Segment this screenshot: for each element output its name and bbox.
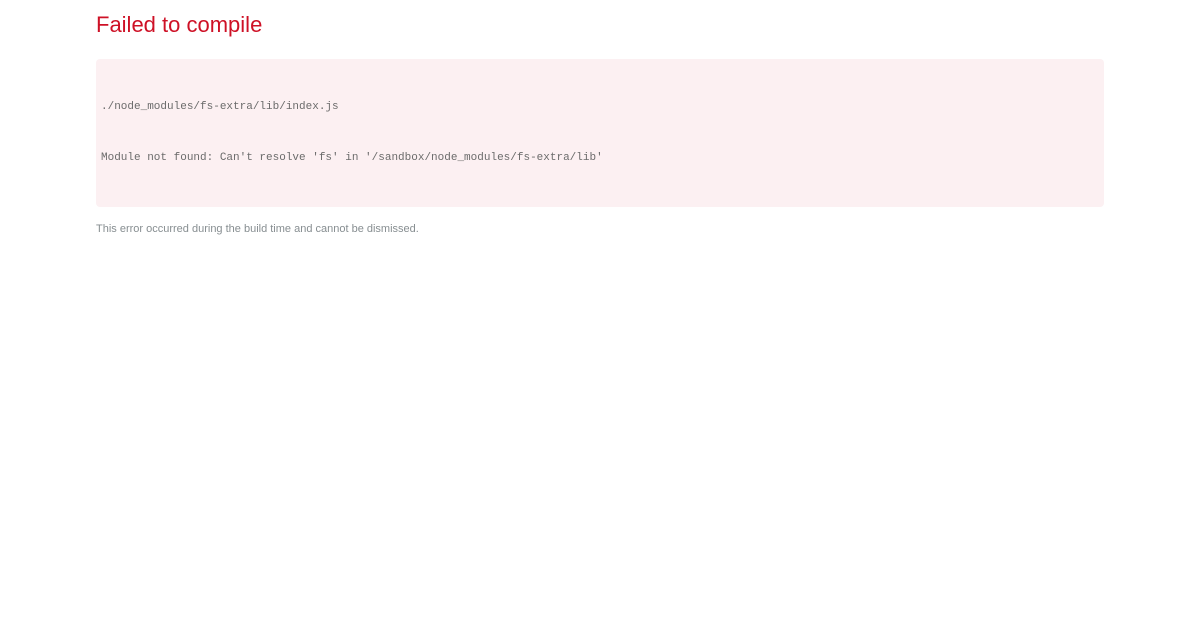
error-overlay: Failed to compile ./node_modules/fs-extr…: [0, 0, 1200, 630]
error-code-block: ./node_modules/fs-extra/lib/index.js Mod…: [96, 59, 1104, 207]
error-title: Failed to compile: [96, 12, 263, 37]
error-file-path: ./node_modules/fs-extra/lib/index.js: [101, 101, 339, 113]
error-message: Module not found: Can't resolve 'fs' in …: [101, 152, 603, 164]
error-footer-note: This error occurred during the build tim…: [96, 223, 419, 235]
